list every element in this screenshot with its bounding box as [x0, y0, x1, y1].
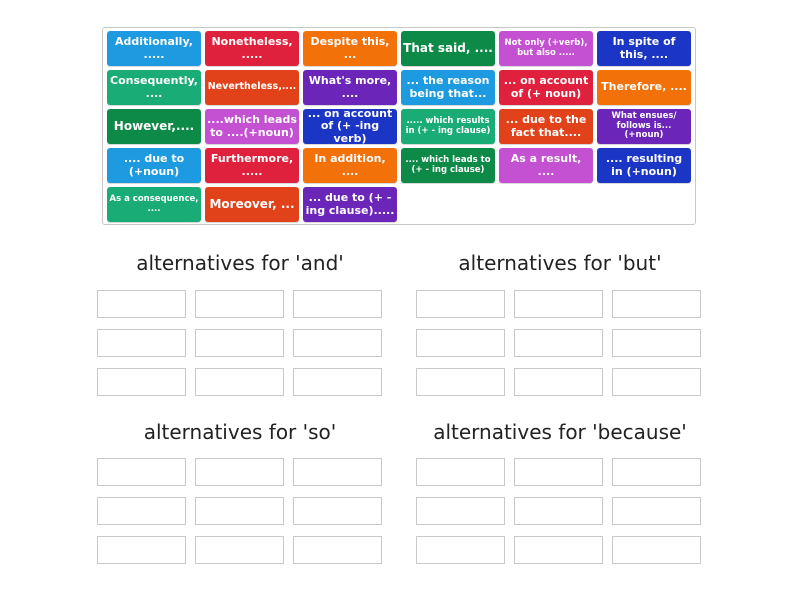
answer-tile[interactable]: What's more, .... — [303, 70, 397, 105]
answer-tile[interactable]: ... on account of (+ -ing verb) — [303, 107, 397, 144]
answer-tile[interactable]: ... due to (+ -ing clause)..... — [303, 187, 397, 222]
answer-tile[interactable]: As a consequence, .... — [107, 187, 201, 222]
group-heading-but: alternatives for 'but' — [458, 251, 662, 275]
group-heading-so: alternatives for 'so' — [143, 420, 337, 444]
answer-tile[interactable]: However,.... — [107, 109, 201, 144]
answer-tile[interactable]: .... which leads to (+ - ing clause) — [401, 148, 495, 183]
answer-tile[interactable]: .... due to (+noun) — [107, 148, 201, 183]
drop-zone-because[interactable] — [416, 497, 505, 525]
drop-zone-so[interactable] — [195, 497, 284, 525]
answer-tile[interactable]: ... the reason being that... — [401, 70, 495, 105]
group-heading-because: alternatives for 'because' — [433, 420, 687, 444]
answer-tile[interactable]: ... due to the fact that.... — [499, 109, 593, 144]
answer-tile[interactable]: ....which leads to ....(+noun) — [205, 109, 299, 144]
drop-zone-but[interactable] — [514, 368, 603, 396]
drop-zone-and[interactable] — [195, 290, 284, 318]
answer-tile[interactable]: In addition, .... — [303, 148, 397, 183]
drop-zone-and[interactable] — [97, 368, 186, 396]
drop-zone-because[interactable] — [416, 536, 505, 564]
drop-zone-and[interactable] — [293, 290, 382, 318]
drop-zone-and[interactable] — [293, 329, 382, 357]
drop-zone-so[interactable] — [97, 497, 186, 525]
drop-zone-but[interactable] — [514, 329, 603, 357]
drop-zone-so[interactable] — [293, 458, 382, 486]
drop-zone-because[interactable] — [416, 458, 505, 486]
drop-zone-so[interactable] — [97, 536, 186, 564]
answer-tile[interactable]: Furthermore, ..... — [205, 148, 299, 183]
answer-tile[interactable]: Additionally, ..... — [107, 31, 201, 66]
answer-tile[interactable]: That said, .... — [401, 31, 495, 66]
drop-zone-but[interactable] — [416, 329, 505, 357]
drop-zone-so[interactable] — [293, 536, 382, 564]
answer-tile[interactable]: Consequently, .... — [107, 70, 201, 105]
answer-tile[interactable]: What ensues/ follows is... (+noun) — [597, 109, 691, 144]
answer-pool: Additionally, ..... Nonetheless, ..... Des… — [102, 27, 696, 225]
answer-tile[interactable]: Nevertheless,.... — [205, 70, 299, 105]
answer-tile[interactable]: .... resulting in (+noun) — [597, 148, 691, 183]
answer-tile[interactable]: As a result, .... — [499, 148, 593, 183]
group-heading-and: alternatives for 'and' — [136, 251, 344, 275]
drop-zone-and[interactable] — [97, 290, 186, 318]
drop-zone-because[interactable] — [514, 458, 603, 486]
drop-zone-and[interactable] — [195, 368, 284, 396]
drop-zone-because[interactable] — [612, 497, 701, 525]
drop-zone-so[interactable] — [195, 536, 284, 564]
drop-zone-and[interactable] — [293, 368, 382, 396]
drop-zone-but[interactable] — [416, 368, 505, 396]
answer-tile[interactable]: Moreover, ... — [205, 187, 299, 222]
drop-zone-so[interactable] — [195, 458, 284, 486]
drop-zone-but[interactable] — [514, 290, 603, 318]
drop-zone-because[interactable] — [514, 497, 603, 525]
drop-zone-so[interactable] — [293, 497, 382, 525]
answer-tile[interactable]: In spite of this, .... — [597, 31, 691, 66]
drop-zone-and[interactable] — [195, 329, 284, 357]
answer-tile[interactable]: Therefore, .... — [597, 70, 691, 105]
answer-tile[interactable]: Despite this, ... — [303, 31, 397, 66]
drop-zone-so[interactable] — [97, 458, 186, 486]
drop-zone-but[interactable] — [612, 290, 701, 318]
drop-zone-because[interactable] — [514, 536, 603, 564]
answer-tile[interactable]: ..... which results in (+ - ing clause) — [401, 109, 495, 144]
drop-zone-but[interactable] — [416, 290, 505, 318]
drop-zone-because[interactable] — [612, 536, 701, 564]
answer-tile[interactable]: ... on account of (+ noun) — [499, 70, 593, 105]
drop-zone-but[interactable] — [612, 368, 701, 396]
drop-zone-but[interactable] — [612, 329, 701, 357]
answer-tile[interactable]: Not only (+verb), but also ..... — [499, 31, 593, 66]
answer-tile[interactable]: Nonetheless, ..... — [205, 31, 299, 66]
drop-zone-and[interactable] — [97, 329, 186, 357]
drop-zone-because[interactable] — [612, 458, 701, 486]
